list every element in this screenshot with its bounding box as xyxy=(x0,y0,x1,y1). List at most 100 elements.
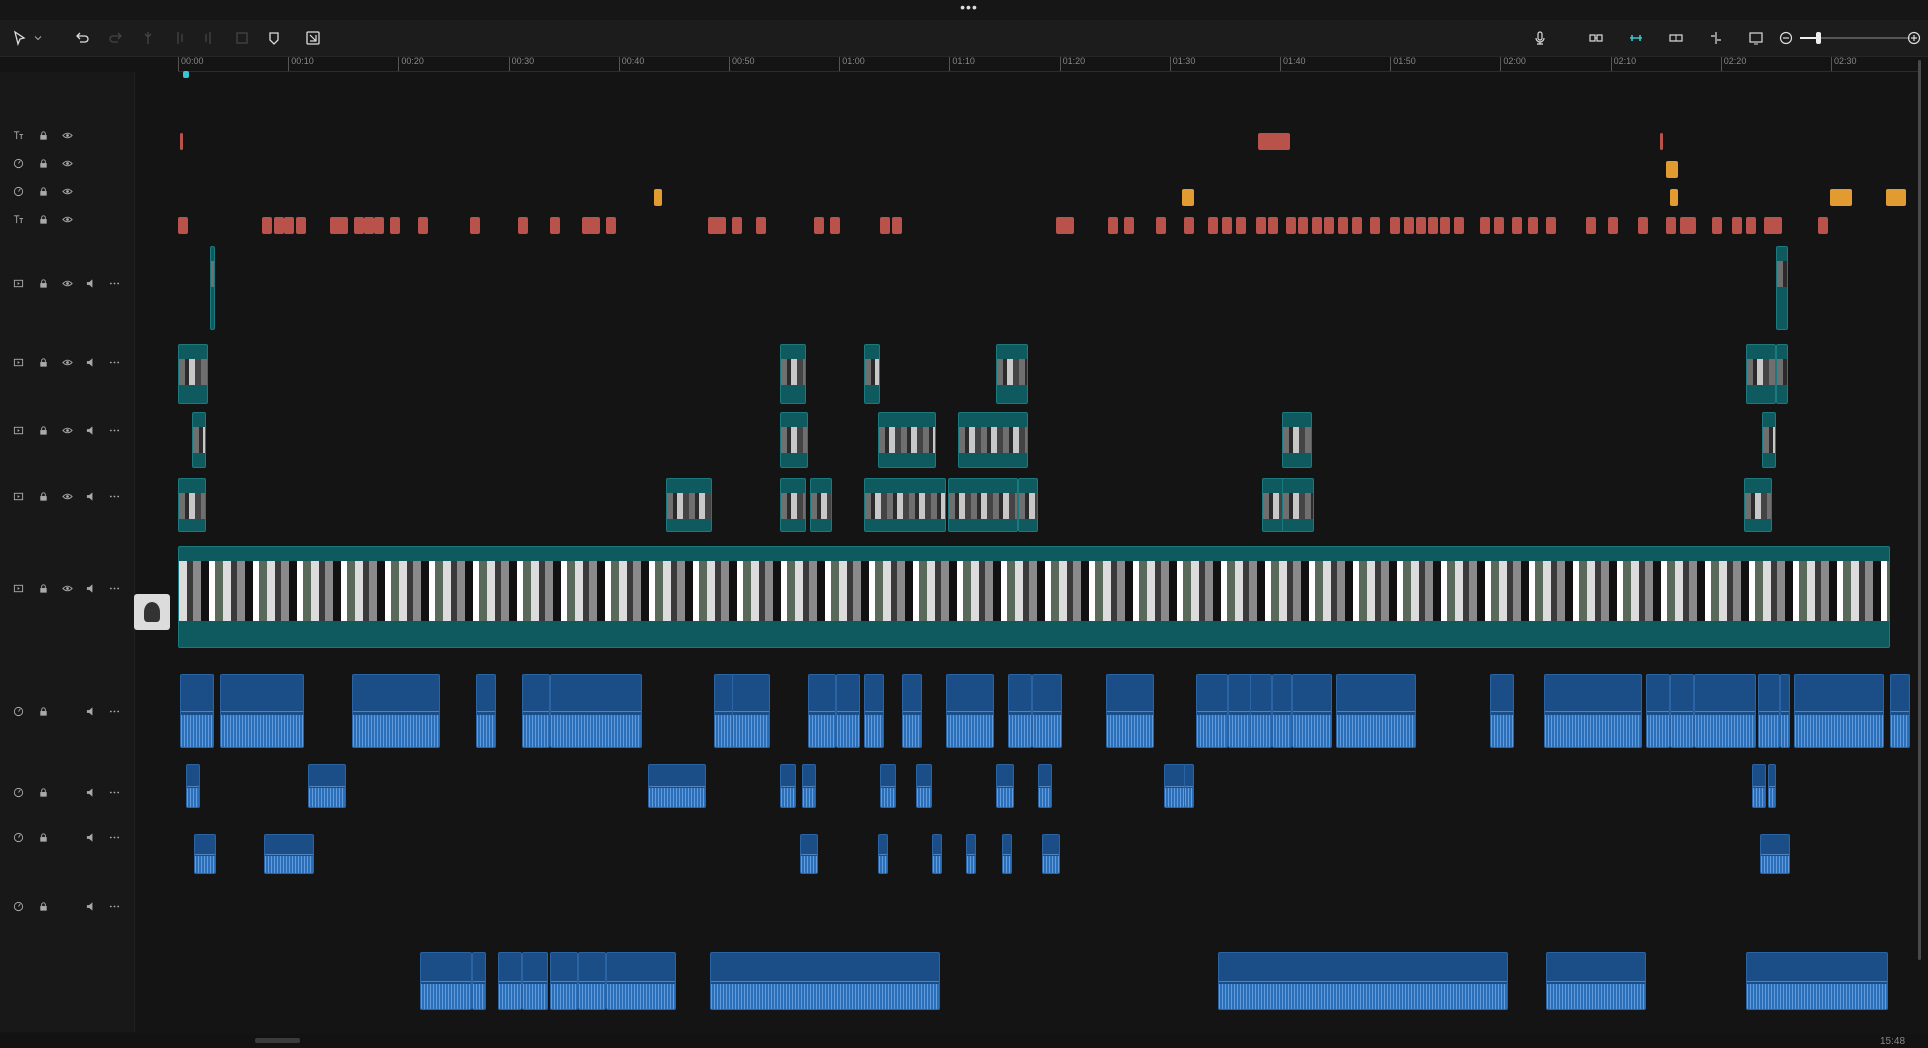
text-clip[interactable] xyxy=(470,217,480,234)
audio-clip[interactable] xyxy=(550,674,642,748)
text-clip[interactable] xyxy=(1338,217,1348,234)
audio-clip[interactable] xyxy=(808,674,836,748)
text-clip[interactable] xyxy=(284,217,294,234)
audio-clip[interactable] xyxy=(522,952,548,1010)
video-clip[interactable] xyxy=(780,344,806,404)
time-ruler[interactable]: 00:00 00:10 00:20 00:30 00:40 00:50 01:00 01:10… xyxy=(178,57,1918,72)
audio-clip[interactable] xyxy=(498,952,522,1010)
visibility-eye-icon[interactable] xyxy=(61,213,73,225)
text-clip[interactable] xyxy=(590,217,600,234)
text-clip[interactable] xyxy=(1746,217,1756,234)
text-clip[interactable] xyxy=(1428,217,1438,234)
text-clip[interactable] xyxy=(830,217,840,234)
audio-clip[interactable] xyxy=(1752,764,1766,808)
text-clip[interactable] xyxy=(550,217,560,234)
more-options-icon[interactable] xyxy=(108,705,120,717)
lock-icon[interactable] xyxy=(37,786,49,798)
audio-clip[interactable] xyxy=(1272,674,1292,748)
audio-clip[interactable] xyxy=(420,952,472,1010)
video-clip[interactable] xyxy=(178,344,208,404)
video-clip[interactable] xyxy=(878,412,936,468)
audio-clip[interactable] xyxy=(932,834,942,874)
more-options-icon[interactable] xyxy=(108,490,120,502)
video-clip[interactable] xyxy=(1282,412,1312,468)
text-clip[interactable] xyxy=(1312,217,1322,234)
text-clip[interactable] xyxy=(1494,217,1504,234)
magnet-icon[interactable] xyxy=(1626,28,1646,48)
audio-clip[interactable] xyxy=(220,674,304,748)
video-clip[interactable] xyxy=(996,344,1028,404)
text-clip[interactable] xyxy=(364,217,374,234)
lock-icon[interactable] xyxy=(37,129,49,141)
split-right-icon[interactable] xyxy=(198,28,218,48)
audio-clip[interactable] xyxy=(1002,834,1012,874)
audio-clip[interactable] xyxy=(864,674,884,748)
speaker-icon[interactable] xyxy=(85,786,97,798)
split-icon[interactable] xyxy=(138,28,158,48)
text-clip[interactable] xyxy=(1772,217,1782,234)
text-clip[interactable] xyxy=(1268,217,1278,234)
delete-icon[interactable] xyxy=(232,28,252,48)
audio-clip[interactable] xyxy=(714,674,734,748)
text-clip[interactable] xyxy=(518,217,528,234)
audio-clip[interactable] xyxy=(902,674,922,748)
audio-clip[interactable] xyxy=(1292,674,1332,748)
video-clip[interactable] xyxy=(948,478,1018,532)
audio-clip[interactable] xyxy=(996,764,1014,808)
audio-clip[interactable] xyxy=(308,764,346,808)
text-clip[interactable] xyxy=(1712,217,1722,234)
lock-icon[interactable] xyxy=(37,490,49,502)
text-clip[interactable] xyxy=(1586,217,1596,234)
lock-icon[interactable] xyxy=(37,157,49,169)
text-clip[interactable] xyxy=(1818,217,1828,234)
horizontal-scrollbar-thumb[interactable] xyxy=(255,1038,300,1043)
text-clip[interactable] xyxy=(1064,217,1074,234)
text-clip[interactable] xyxy=(1108,217,1118,234)
text-clip[interactable] xyxy=(1608,217,1618,234)
video-clip[interactable] xyxy=(192,412,206,468)
video-clip[interactable] xyxy=(780,412,808,468)
audio-clip[interactable] xyxy=(1646,674,1670,748)
text-clip[interactable] xyxy=(374,217,384,234)
audio-clip[interactable] xyxy=(710,952,940,1010)
text-clip[interactable] xyxy=(354,217,364,234)
audio-clip[interactable] xyxy=(1038,764,1052,808)
marker-icon[interactable] xyxy=(264,28,284,48)
visibility-eye-icon[interactable] xyxy=(61,424,73,436)
main-video-track[interactable] xyxy=(178,546,1890,648)
audio-clip[interactable] xyxy=(264,834,314,874)
audio-clip[interactable] xyxy=(648,764,706,808)
split-left-icon[interactable] xyxy=(170,28,190,48)
more-options-icon[interactable] xyxy=(108,786,120,798)
effect-clip[interactable] xyxy=(1670,189,1678,206)
text-clip[interactable] xyxy=(814,217,824,234)
audio-clip[interactable] xyxy=(1794,674,1884,748)
visibility-eye-icon[interactable] xyxy=(61,490,73,502)
video-clip[interactable] xyxy=(1744,478,1772,532)
effect-clip[interactable] xyxy=(1182,189,1194,206)
visibility-eye-icon[interactable] xyxy=(61,356,73,368)
visibility-eye-icon[interactable] xyxy=(61,157,73,169)
audio-clip[interactable] xyxy=(780,764,796,808)
effect-clip[interactable] xyxy=(1886,189,1906,206)
text-clip[interactable] xyxy=(274,217,284,234)
speaker-icon[interactable] xyxy=(85,705,97,717)
video-clip[interactable] xyxy=(1762,412,1776,468)
split-preview-icon[interactable] xyxy=(1706,28,1726,48)
text-clip[interactable] xyxy=(1222,217,1232,234)
speaker-icon[interactable] xyxy=(85,490,97,502)
audio-clip[interactable] xyxy=(836,674,860,748)
lock-icon[interactable] xyxy=(37,213,49,225)
audio-clip[interactable] xyxy=(550,952,578,1010)
zoom-out-icon[interactable] xyxy=(1776,28,1796,48)
lock-icon[interactable] xyxy=(37,277,49,289)
audio-clip[interactable] xyxy=(1164,764,1186,808)
audio-clip[interactable] xyxy=(180,674,214,748)
video-clip[interactable] xyxy=(1776,344,1788,404)
text-clip[interactable] xyxy=(880,217,890,234)
redo-icon[interactable] xyxy=(106,28,126,48)
microphone-icon[interactable] xyxy=(1530,28,1550,48)
video-clip[interactable] xyxy=(178,478,206,532)
timeline-area[interactable] xyxy=(178,72,1918,1032)
audio-clip[interactable] xyxy=(1890,674,1910,748)
